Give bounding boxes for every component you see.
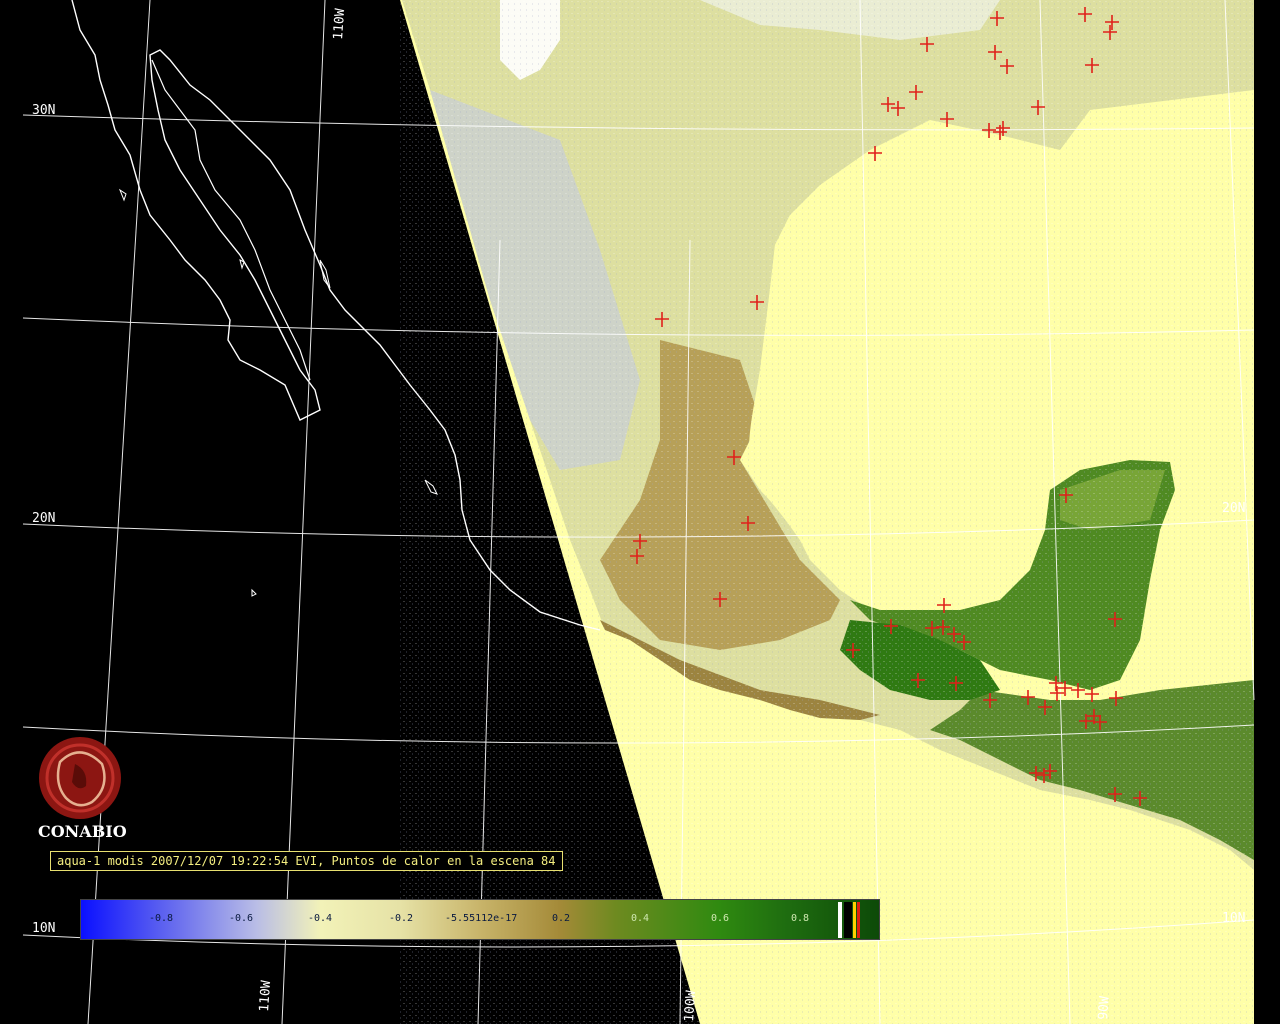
lat-label-right-10n: 10N — [1222, 911, 1245, 926]
scene-caption: aqua-1 modis 2007/12/07 19:22:54 EVI, Pu… — [50, 851, 563, 871]
colorbar-swatch-yellow — [853, 902, 856, 938]
lon-label-bottom-100w: 100W — [682, 990, 699, 1022]
colorbar-swatch-black — [844, 902, 852, 938]
colorbar-swatch-white — [838, 902, 842, 938]
colorbar-tick: 0.8 — [791, 913, 810, 924]
colorbar-tick: -0.4 — [308, 913, 333, 924]
colorbar-tick: -0.6 — [229, 913, 254, 924]
evi-colorbar: -0.8 -0.6 -0.4 -0.2 -5.55112e-17 0.2 0.4… — [80, 899, 880, 940]
lat-label-10n: 10N — [32, 921, 55, 936]
colorbar-tick: 0.4 — [631, 913, 650, 924]
conabio-logo-text: CONABIO — [38, 822, 127, 841]
colorbar-tick: 0.2 — [552, 913, 571, 924]
lat-label-right-20n: 20N — [1222, 501, 1245, 516]
colorbar-tick: 0.6 — [711, 913, 730, 924]
lon-label-bottom-110w: 110W — [257, 980, 274, 1012]
right-border — [1254, 0, 1280, 1024]
lat-label-20n: 20N — [32, 511, 55, 526]
colorbar-tick: -0.8 — [149, 913, 174, 924]
colorbar-swatch-red — [857, 902, 860, 938]
lat-label-30n: 30N — [32, 103, 55, 118]
colorbar-tick: -5.55112e-17 — [445, 913, 518, 924]
colorbar-tick: -0.2 — [389, 913, 414, 924]
lon-label-bottom-90w: 90W — [1096, 996, 1113, 1021]
lon-label-top-110w: 110W — [331, 8, 348, 40]
